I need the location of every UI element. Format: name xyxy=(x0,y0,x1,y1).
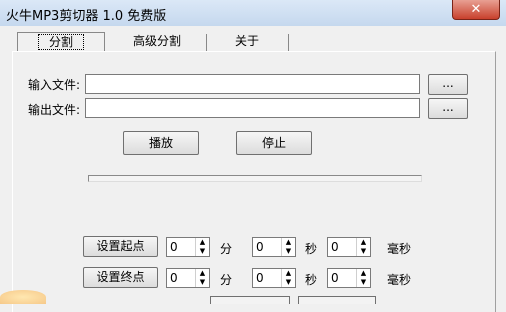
bottom-button-partial[interactable] xyxy=(210,296,290,304)
set-start-button[interactable]: 设置起点 xyxy=(83,236,158,257)
output-browse-button[interactable]: ... xyxy=(428,98,468,119)
spin-arrows: ▲ ▼ xyxy=(356,238,370,256)
spin-up-icon[interactable]: ▲ xyxy=(282,238,295,247)
spin-arrows: ▲ ▼ xyxy=(356,269,370,287)
spin-arrows: ▲ ▼ xyxy=(281,269,295,287)
end-ms-spinner[interactable]: 0 ▲ ▼ xyxy=(327,268,371,288)
spin-down-icon[interactable]: ▼ xyxy=(357,247,370,256)
spin-up-icon[interactable]: ▲ xyxy=(357,269,370,278)
tab-split-label: 分割 xyxy=(37,34,85,50)
set-end-button[interactable]: 设置终点 xyxy=(83,267,158,288)
end-minutes-value: 0 xyxy=(170,271,178,285)
tab-divider xyxy=(206,34,207,51)
start-seconds-spinner[interactable]: 0 ▲ ▼ xyxy=(252,237,296,257)
end-minutes-spinner[interactable]: 0 ▲ ▼ xyxy=(166,268,210,288)
close-button[interactable]: ✕ xyxy=(452,0,500,20)
stop-button[interactable]: 停止 xyxy=(236,131,312,155)
spin-down-icon[interactable]: ▼ xyxy=(282,278,295,287)
spin-up-icon[interactable]: ▲ xyxy=(196,238,209,247)
input-browse-label: ... xyxy=(442,76,454,90)
output-browse-label: ... xyxy=(442,100,454,114)
start-minutes-value: 0 xyxy=(170,240,178,254)
start-ms-unit: 毫秒 xyxy=(387,242,412,256)
tab-about[interactable]: 关于 xyxy=(214,32,280,51)
tab-split[interactable]: 分割 xyxy=(17,32,105,52)
tab-advanced-split-label: 高级分割 xyxy=(132,34,181,48)
start-seconds-value: 0 xyxy=(256,240,264,254)
start-minutes-spinner[interactable]: 0 ▲ ▼ xyxy=(166,237,210,257)
start-minutes-unit: 分 xyxy=(220,242,233,256)
spin-up-icon[interactable]: ▲ xyxy=(196,269,209,278)
spin-down-icon[interactable]: ▼ xyxy=(357,278,370,287)
tab-about-label: 关于 xyxy=(234,34,259,48)
spin-arrows: ▲ ▼ xyxy=(195,269,209,287)
start-ms-spinner[interactable]: 0 ▲ ▼ xyxy=(327,237,371,257)
spin-down-icon[interactable]: ▼ xyxy=(196,247,209,256)
close-icon: ✕ xyxy=(470,2,482,17)
window-title: 火牛MP3剪切器 1.0 免费版 xyxy=(6,9,167,24)
spin-arrows: ▲ ▼ xyxy=(195,238,209,256)
end-seconds-unit: 秒 xyxy=(305,273,318,287)
seek-bar[interactable] xyxy=(88,175,422,182)
bottom-button-partial[interactable] xyxy=(298,296,376,304)
end-seconds-value: 0 xyxy=(256,271,264,285)
input-file-field[interactable] xyxy=(85,74,420,94)
input-browse-button[interactable]: ... xyxy=(428,74,468,95)
play-label: 播放 xyxy=(148,136,173,150)
input-file-label: 输入文件: xyxy=(28,78,81,92)
start-seconds-unit: 秒 xyxy=(305,242,318,256)
tab-advanced-split[interactable]: 高级分割 xyxy=(112,32,202,51)
output-file-label: 输出文件: xyxy=(28,103,81,117)
title-bar[interactable]: 火牛MP3剪切器 1.0 免费版 ✕ xyxy=(0,0,506,26)
end-ms-unit: 毫秒 xyxy=(387,273,412,287)
end-ms-value: 0 xyxy=(331,271,339,285)
spin-down-icon[interactable]: ▼ xyxy=(196,278,209,287)
output-file-field[interactable] xyxy=(85,98,420,118)
set-end-label: 设置终点 xyxy=(96,270,145,284)
end-minutes-unit: 分 xyxy=(220,273,233,287)
spin-down-icon[interactable]: ▼ xyxy=(282,247,295,256)
set-start-label: 设置起点 xyxy=(96,239,145,253)
spin-up-icon[interactable]: ▲ xyxy=(282,269,295,278)
end-seconds-spinner[interactable]: 0 ▲ ▼ xyxy=(252,268,296,288)
tab-divider xyxy=(288,34,289,51)
stop-label: 停止 xyxy=(261,136,286,150)
spin-arrows: ▲ ▼ xyxy=(281,238,295,256)
play-button[interactable]: 播放 xyxy=(123,131,199,155)
start-ms-value: 0 xyxy=(331,240,339,254)
spin-up-icon[interactable]: ▲ xyxy=(357,238,370,247)
